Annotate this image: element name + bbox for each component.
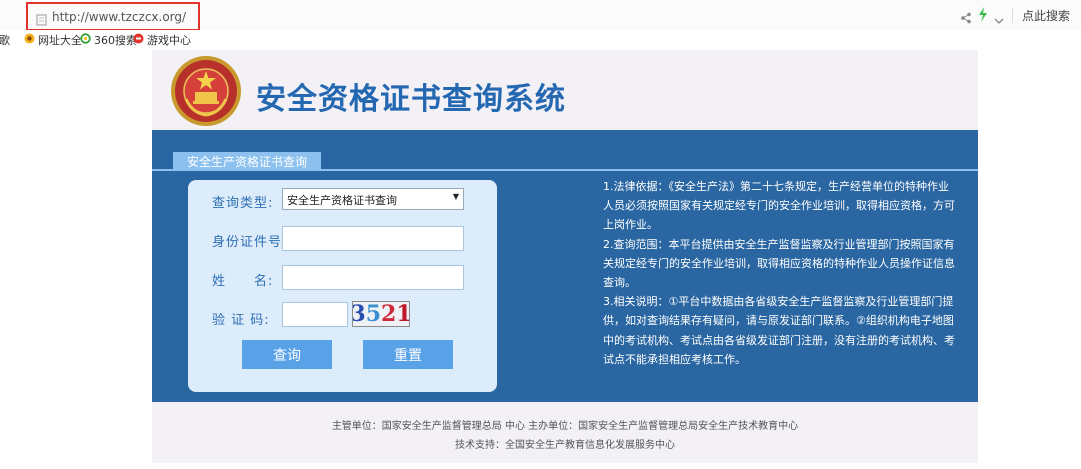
bookmark-360-search[interactable]: 360搜索 [80, 32, 137, 48]
caret-down-icon: ▼ [452, 192, 459, 201]
site-title: 安全资格证书查询系统 [256, 82, 566, 117]
captcha-digit: 2 [381, 301, 397, 327]
captcha-label: 验 证 码: [212, 313, 270, 328]
360-icon [80, 33, 91, 47]
captcha-image[interactable]: 3 5 2 1 [352, 301, 410, 327]
captcha-digit: 1 [396, 302, 409, 326]
bookmark-label: 网址大全 [38, 34, 82, 47]
query-type-label: 查询类型: [212, 196, 274, 211]
reset-button[interactable]: 重置 [363, 340, 453, 369]
address-bar: http://www.tzczcx.org/ 点此搜索 [0, 0, 1081, 31]
name-input[interactable] [282, 265, 464, 290]
query-type-value: 安全生产资格证书查询 [287, 194, 397, 207]
divider [1012, 8, 1013, 23]
bookmark-label: 谷歌 [0, 34, 10, 47]
footer-support: 技术支持：全国安全生产教育信息化发展服务中心 [455, 440, 675, 451]
share-icon[interactable] [960, 9, 972, 28]
query-button[interactable]: 查询 [242, 340, 332, 369]
id-number-label: 身份证件号: [212, 235, 288, 250]
captcha-digit: 5 [365, 301, 381, 327]
bookmark-label: 360搜索 [94, 34, 137, 47]
bookmark-game-center[interactable]: 游戏中心 [133, 32, 191, 48]
url-field-highlight[interactable]: http://www.tzczcx.org/ [26, 2, 200, 31]
url-text: http://www.tzczcx.org/ [52, 10, 187, 24]
captcha-input[interactable] [282, 302, 348, 327]
instruction-legal-basis: 1.法律依据：《安全生产法》第二十七条规定，生产经营单位的特种作业人员必须按照国… [603, 180, 955, 232]
sunflower-icon [24, 33, 35, 47]
gamepad-icon [133, 33, 144, 47]
instruction-query-scope: 2.查询范围：本平台提供由安全生产监督监察及行业管理部门按照国家有关规定经专门的… [603, 237, 955, 290]
tab-certificate-query[interactable]: 安全生产资格证书查询 [173, 152, 321, 171]
query-type-select[interactable]: 安全生产资格证书查询 ▼ [282, 188, 464, 210]
page-icon [36, 11, 47, 30]
footer-sponsor: 主管单位：国家安全生产监督管理总局 中心 主办单位：国家安全生产监督管理总局安全… [331, 421, 799, 432]
search-link[interactable]: 点此搜索 [1022, 7, 1070, 24]
chevron-down-icon[interactable] [994, 10, 1004, 29]
instructions-text: 1.法律依据：《安全生产法》第二十七条规定，生产经营单位的特种作业人员必须按照国… [603, 177, 958, 369]
bookmarks-bar: 谷歌 网址大全 360搜索 游戏中心 [0, 30, 1081, 47]
id-number-input[interactable] [282, 226, 464, 251]
bookmark-label: 游戏中心 [147, 34, 191, 47]
bookmark-hao[interactable]: 网址大全 [24, 32, 82, 48]
captcha-digit: 3 [353, 302, 366, 326]
lightning-icon[interactable] [978, 7, 988, 26]
bookmark-google[interactable]: 谷歌 [0, 32, 10, 48]
instruction-notes: 3.相关说明：①平台中数据由各省级安全生产监督监察及行业管理部门提供，如对查询结… [603, 295, 955, 366]
name-label: 姓 名: [212, 274, 274, 289]
national-emblem-logo [170, 55, 242, 131]
